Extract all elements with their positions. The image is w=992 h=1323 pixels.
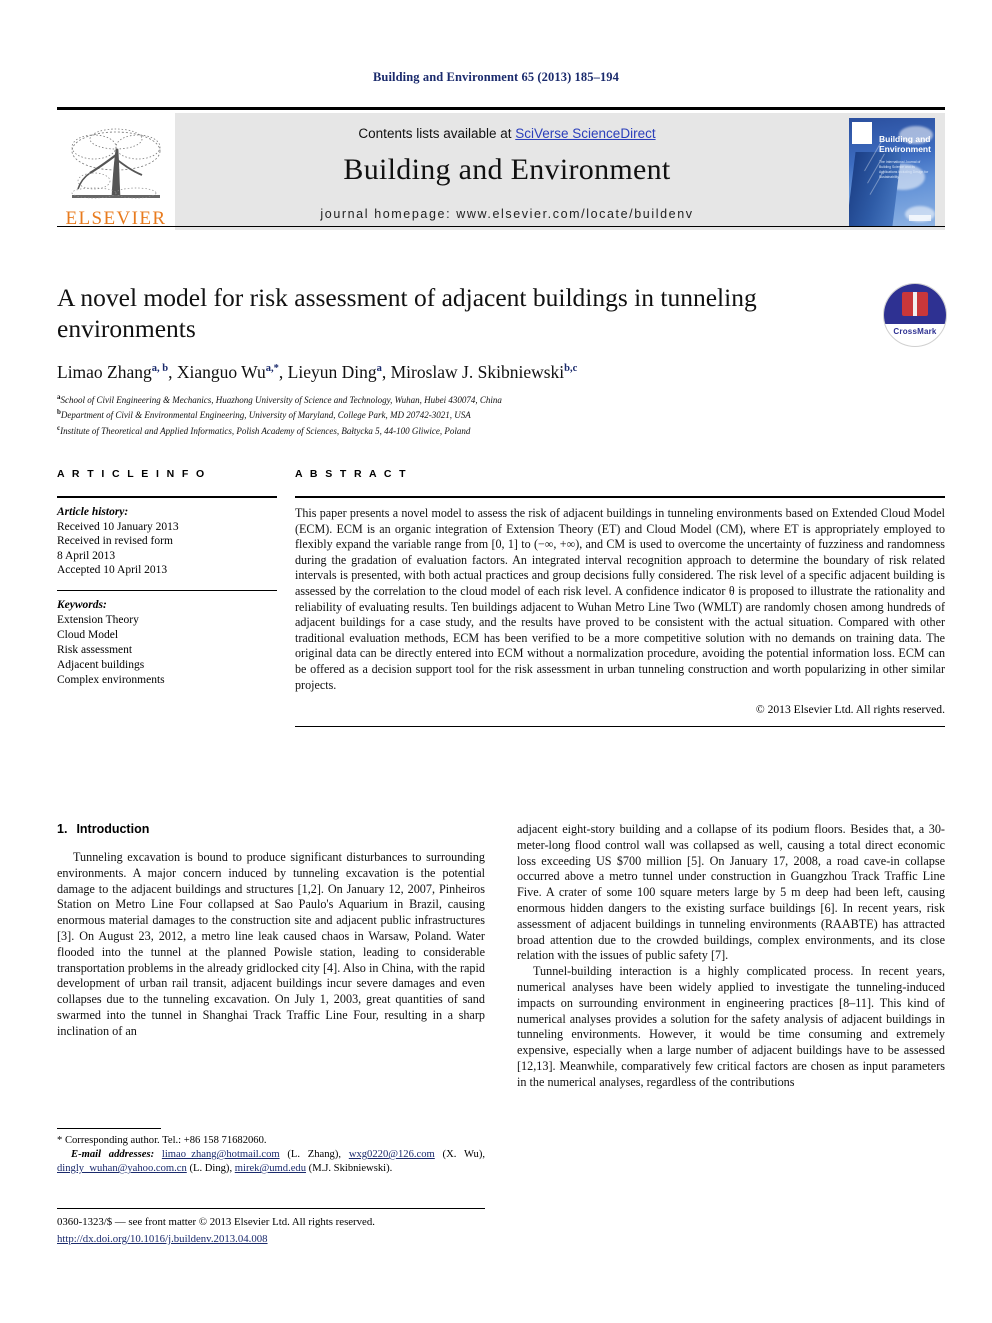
history-item: Received in revised form (57, 535, 173, 547)
email-label: E-mail addresses: (71, 1149, 155, 1160)
email-owner: (L. Zhang) (287, 1149, 339, 1160)
abstract-text: This paper presents a novel model to ass… (295, 506, 945, 692)
section-heading-introduction: 1. Introduction (57, 822, 485, 836)
article-info-column: Article history: Received 10 January 201… (57, 496, 295, 727)
journal-homepage[interactable]: journal homepage: www.elsevier.com/locat… (175, 187, 839, 221)
keywords-block: Keywords: Extension Theory Cloud Model R… (57, 591, 277, 688)
email-owner: (M.J. Skibniewski) (308, 1163, 390, 1174)
email-owner: (X. Wu) (442, 1149, 483, 1160)
affiliation-item: aSchool of Civil Engineering & Mechanics… (57, 391, 847, 407)
abstract-heading: A B S T R A C T (295, 468, 408, 480)
author-affiliation-mark: b,c (564, 363, 578, 374)
crossmark-label: CrossMark (893, 327, 937, 336)
affiliation-text: Institute of Theoretical and Applied Inf… (60, 426, 471, 437)
section-number: 1. (57, 822, 68, 836)
history-item: Accepted 10 April 2013 (57, 564, 168, 576)
author-entry: Lieyun Dinga (288, 362, 382, 382)
body-column-left: 1. Introduction Tunneling excavation is b… (57, 822, 485, 1091)
sciverse-sciencedirect-link[interactable]: SciVerse ScienceDirect (515, 126, 655, 141)
abstract-column: This paper presents a novel model to ass… (295, 496, 945, 728)
author-list: Limao Zhanga, b, Xianguo Wua,*, Lieyun D… (57, 358, 847, 383)
author-affiliation-mark: a,* (265, 363, 279, 374)
page-title: A novel model for risk assessment of adj… (57, 283, 757, 343)
author-name: Limao Zhang (57, 361, 152, 382)
masthead-center: Contents lists available at SciVerse Sci… (175, 113, 839, 230)
history-item: Received 10 January 2013 (57, 520, 179, 533)
affiliation-text: Department of Civil & Environmental Engi… (60, 410, 471, 421)
elsevier-logo: ELSEVIER (57, 113, 175, 230)
contents-prefix: Contents lists available at (358, 126, 516, 141)
author-name: Lieyun Ding (287, 361, 377, 382)
article-info-heading: A R T I C L E I N F O (57, 468, 207, 480)
email-link[interactable]: mirek@umd.edu (235, 1163, 306, 1174)
body-column-right: adjacent eight-story building and a coll… (517, 822, 945, 1091)
author-affiliation-mark: a, b (151, 363, 169, 374)
abstract-bottom-rule (295, 726, 945, 728)
paragraph: Tunnel-building interaction is a highly … (517, 964, 945, 1089)
author-entry: Miroslaw J. Skibniewskib,c (391, 362, 578, 382)
journal-title: Building and Environment (343, 153, 671, 186)
keyword-item: Cloud Model (57, 628, 119, 641)
cover-image: Building and Environment The Internation… (849, 117, 935, 226)
author-name: Miroslaw J. Skibniewski (390, 361, 565, 382)
elsevier-tree-icon (71, 128, 161, 199)
author-separator: , (381, 361, 391, 382)
history-item: 8 April 2013 (57, 549, 116, 562)
article-history-label: Article history: (57, 506, 129, 518)
affiliation-list: aSchool of Civil Engineering & Mechanics… (57, 391, 847, 438)
keyword-item: Adjacent buildings (57, 658, 145, 671)
email-addresses-note: E-mail addresses: limao_zhang@hotmail.co… (57, 1149, 486, 1174)
keywords-label: Keywords: (57, 598, 107, 611)
contents-lists-line: Contents lists available at SciVerse Sci… (175, 113, 839, 141)
cover-elsevier-mark (852, 121, 872, 144)
cover-subtitle: The International Journal of Building Sc… (879, 159, 929, 179)
paragraph: adjacent eight-story building and a coll… (517, 822, 945, 963)
info-abstract-section: A R T I C L E I N F O A B S T R A C T Ar… (57, 468, 945, 728)
main-body: 1. Introduction Tunneling excavation is b… (57, 822, 945, 1091)
crossmark-icon: CrossMark (883, 283, 947, 347)
affiliation-item: bDepartment of Civil & Environmental Eng… (57, 406, 847, 422)
cover-title: Building and Environment (879, 133, 931, 154)
corresponding-author-text: * Corresponding author. Tel.: +86 158 71… (57, 1135, 267, 1146)
keyword-item: Extension Theory (57, 613, 139, 626)
footer-rule (57, 1208, 485, 1209)
title-block: A novel model for risk assessment of adj… (57, 282, 847, 438)
crossmark-badge[interactable]: CrossMark (883, 283, 947, 347)
paragraph: Tunneling excavation is bound to produce… (57, 850, 485, 1038)
email-link[interactable]: dingly_wuhan@yahoo.com.cn (57, 1163, 187, 1174)
keyword-item: Risk assessment (57, 643, 133, 656)
affiliation-item: cInstitute of Theoretical and Applied In… (57, 422, 847, 438)
author-separator: , (168, 361, 177, 382)
article-history-block: Article history: Received 10 January 201… (57, 498, 277, 578)
section-title: Introduction (76, 822, 150, 836)
issn-copyright-line: 0360-1323/$ — see front matter © 2013 El… (57, 1216, 375, 1228)
author-entry: Xianguo Wua,* (177, 362, 279, 382)
email-link[interactable]: limao_zhang@hotmail.com (162, 1149, 280, 1160)
journal-masthead: ELSEVIER Contents lists available at Sci… (57, 107, 945, 230)
author-separator: , (278, 361, 288, 382)
author-name: Xianguo Wu (176, 361, 266, 382)
affiliation-text: School of Civil Engineering & Mechanics,… (60, 394, 502, 405)
doi-link[interactable]: http://dx.doi.org/10.1016/j.buildenv.201… (57, 1233, 268, 1245)
running-head: Building and Environment 65 (2013) 185–1… (372, 70, 620, 84)
email-link[interactable]: wxg0220@126.com (349, 1149, 435, 1160)
keyword-item: Complex environments (57, 673, 165, 686)
footnote-block: * Corresponding author. Tel.: +86 158 71… (57, 1128, 485, 1176)
cover-issn-box (909, 214, 931, 221)
author-entry: Limao Zhanga, b (57, 362, 168, 382)
masthead-bottom-rule (57, 226, 945, 227)
page-footer: 0360-1323/$ — see front matter © 2013 El… (57, 1208, 527, 1247)
abstract-copyright: © 2013 Elsevier Ltd. All rights reserved… (755, 703, 945, 717)
footnote-rule (57, 1128, 161, 1129)
email-owner: (L. Ding) (189, 1163, 230, 1174)
corresponding-author-note: * Corresponding author. Tel.: +86 158 71… (57, 1134, 485, 1148)
paper-page: Building and Environment 65 (2013) 185–1… (0, 0, 992, 1323)
journal-cover-thumbnail[interactable]: Building and Environment The Internation… (839, 113, 945, 230)
